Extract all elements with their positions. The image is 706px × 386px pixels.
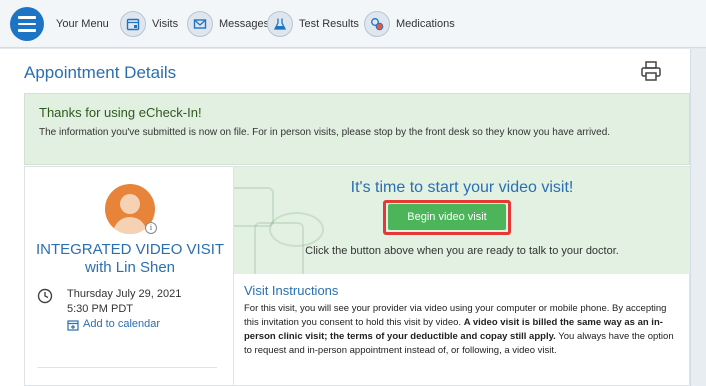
main-content: Appointment Details Thanks for using eCh… [0,49,690,386]
begin-video-visit-button[interactable]: Begin video visit [388,204,506,230]
right-panel-edge [690,49,706,386]
calendar-icon [120,11,146,37]
flask-icon [267,11,293,37]
echeckin-confirmation: Thanks for using eCheck-In! The informat… [24,93,690,165]
page-title: Appointment Details [24,63,177,82]
instructions-text: For this visit, you will see your provid… [244,303,674,356]
nav-label: Visits [152,18,179,30]
visit-date: Thursday July 29, 2021 [67,288,182,300]
visit-time: 5:30 PM PDT [67,303,134,315]
visit-title: INTEGRATED VIDEO VISIT with Lin Shen [35,241,225,276]
decorative-shape [269,212,324,247]
nav-item-test-results[interactable]: Test Results [267,0,359,48]
menu-button[interactable]: Your Menu [10,0,109,48]
menu-label: Your Menu [56,18,109,30]
info-icon[interactable]: i [145,222,157,234]
checkin-title: Thanks for using eCheck-In! [39,105,202,120]
printer-icon[interactable] [640,60,662,82]
instructions-title: Visit Instructions [244,283,339,298]
nav-item-visits[interactable]: Visits [120,0,178,48]
nav-label: Messages [219,18,270,30]
pills-icon [364,11,390,37]
visit-summary-card: i INTEGRATED VIDEO VISIT with Lin Shen T… [24,166,234,386]
video-visit-subtext: Click the button above when you are read… [305,245,619,257]
video-visit-heading: It's time to start your video visit! [350,179,574,196]
divider [37,367,217,368]
video-visit-card: It's time to start your video visit! Beg… [234,166,690,386]
envelope-icon [187,11,213,37]
nav-label: Test Results [299,18,359,30]
nav-item-messages[interactable]: Messages [187,0,269,48]
calendar-add-icon[interactable] [67,318,79,331]
nav-label: Medications [396,18,455,30]
nav-item-medications[interactable]: Medications [364,0,455,48]
checkin-message: The information you've submitted is now … [39,127,611,138]
add-to-calendar-link[interactable]: Add to calendar [83,318,160,330]
video-visit-panel: It's time to start your video visit! Beg… [234,167,690,274]
top-nav: Your Menu Visits Messages Test Results M… [0,0,706,48]
clock-icon [37,288,53,304]
hamburger-icon [10,7,44,41]
